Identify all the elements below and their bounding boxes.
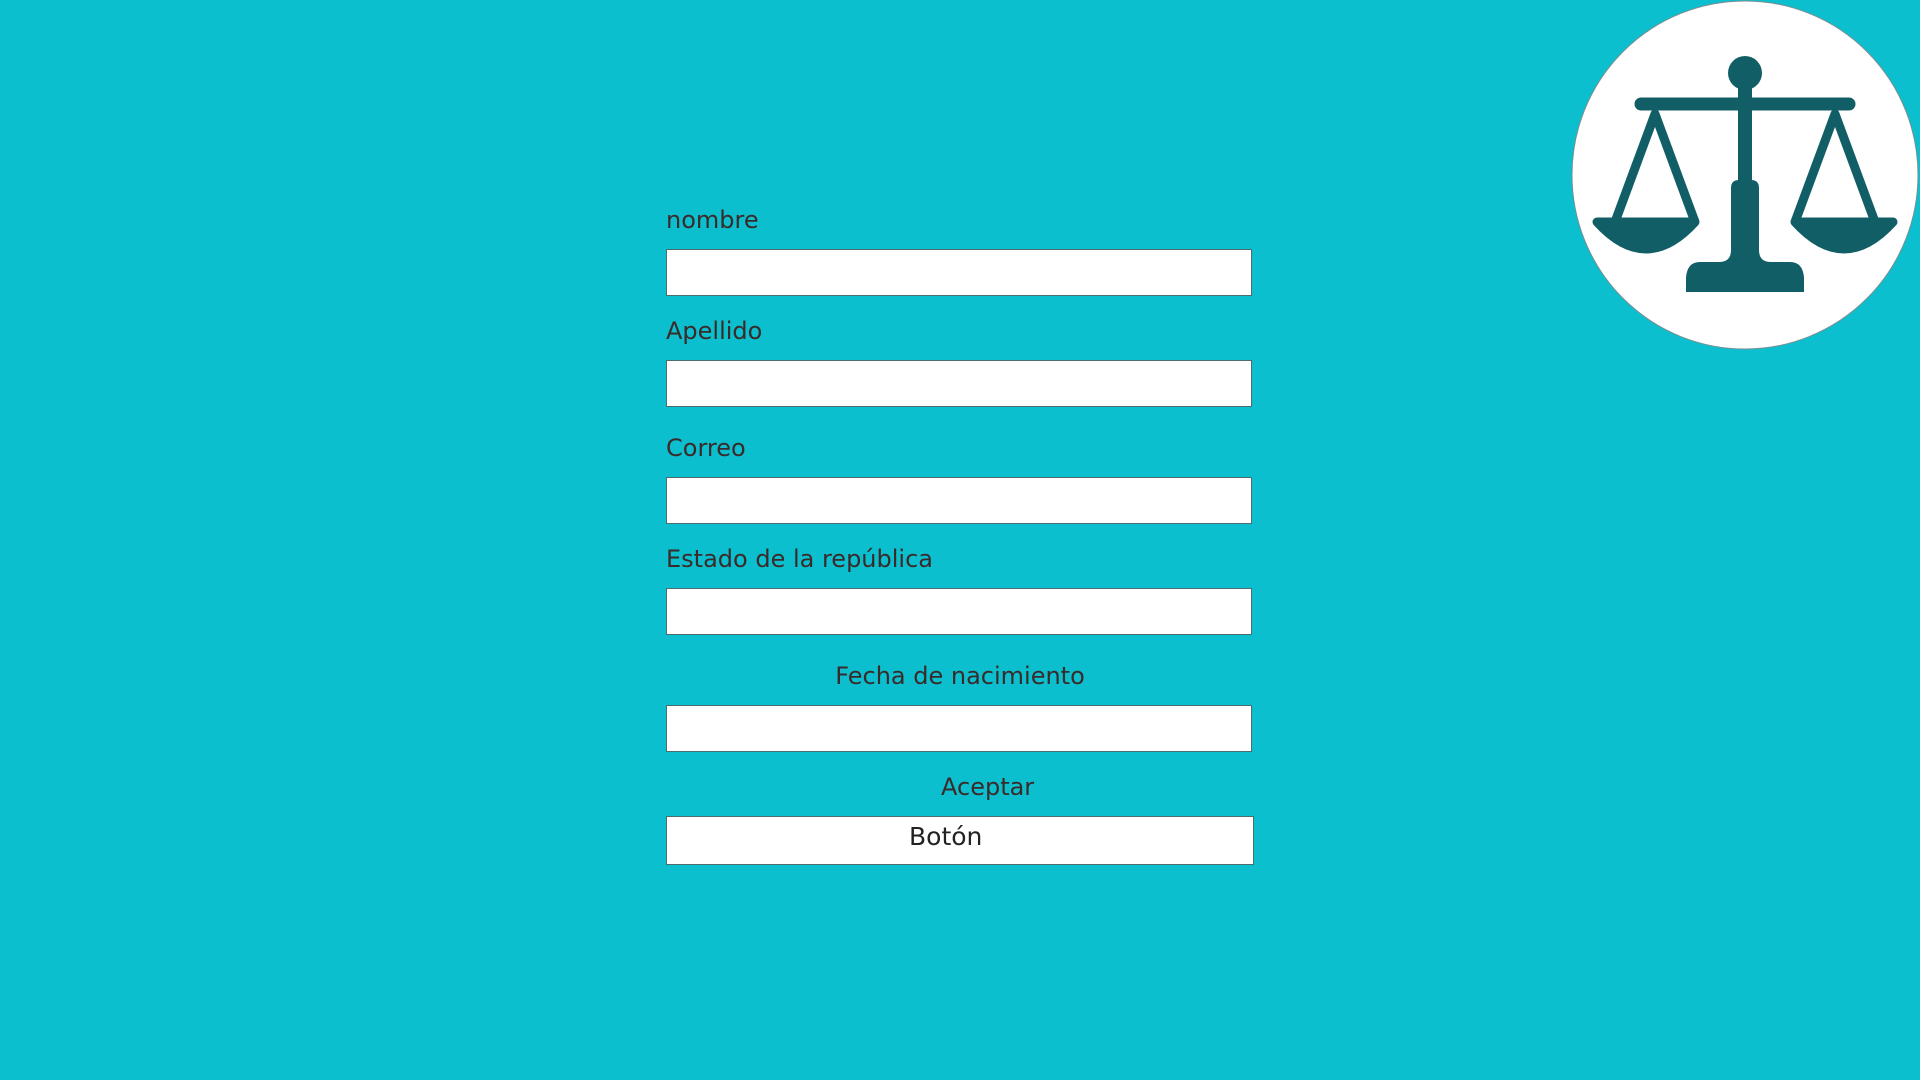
apellido-input[interactable] <box>666 360 1252 407</box>
apellido-label: Apellido <box>666 317 763 345</box>
estado-input[interactable] <box>666 588 1252 635</box>
estado-label: Estado de la república <box>666 545 933 573</box>
correo-input[interactable] <box>666 477 1252 524</box>
aceptar-label: Aceptar <box>941 773 1035 801</box>
nombre-label: nombre <box>666 206 759 234</box>
fecha-nacimiento-input[interactable] <box>666 705 1252 752</box>
nombre-input[interactable] <box>666 249 1252 296</box>
correo-label: Correo <box>666 434 746 462</box>
button-label: Botón <box>909 822 983 851</box>
registration-form: nombre Apellido Correo Estado de la repú… <box>666 0 1254 1080</box>
fecha-nacimiento-label: Fecha de nacimiento <box>835 662 1085 690</box>
aceptar-button[interactable]: Botón <box>666 816 1254 865</box>
scales-of-justice-icon <box>1571 0 1919 350</box>
logo <box>1571 0 1919 350</box>
